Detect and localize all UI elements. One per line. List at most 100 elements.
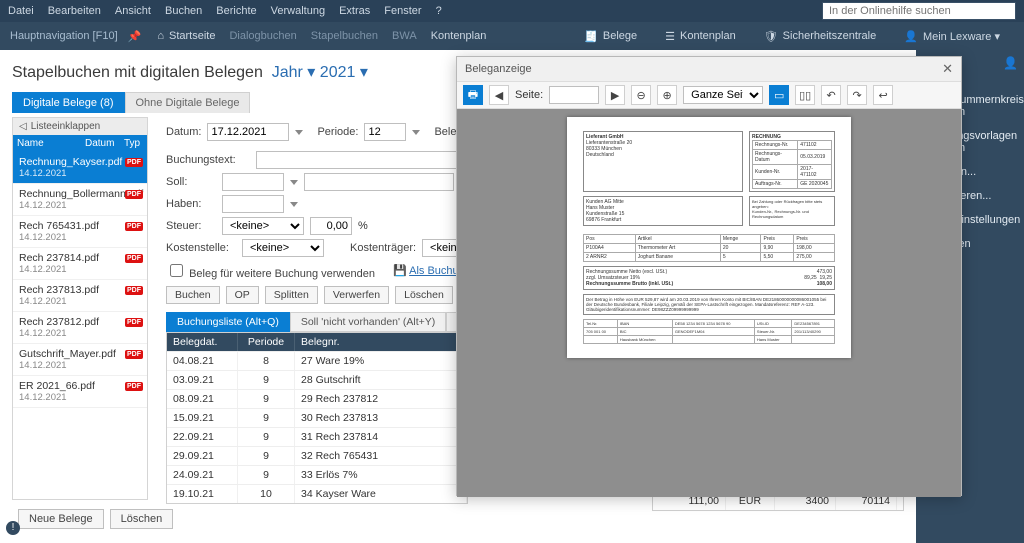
gh-periode[interactable]: Periode: [238, 333, 295, 351]
document-page: Lieferant GmbH Lieferantenstraße 20 8033…: [567, 117, 851, 358]
btn-verwerfen[interactable]: Verwerfen: [324, 286, 389, 304]
table-row[interactable]: 03.09.21928 Gutschrift: [167, 370, 467, 389]
menu-ansicht[interactable]: Ansicht: [115, 5, 151, 17]
tool-twopage-icon[interactable]: ▯▯: [795, 85, 815, 105]
select-zoom[interactable]: Ganze Seite: [683, 86, 763, 104]
info-icon[interactable]: !: [6, 521, 20, 535]
col-typ[interactable]: Typ: [121, 138, 143, 149]
btn-neue-belege[interactable]: Neue Belege: [18, 509, 104, 529]
gh-belegnr[interactable]: Belegnr.: [295, 333, 467, 351]
nav-bwa[interactable]: BWA: [392, 30, 417, 42]
table-row[interactable]: 29.09.21932 Rech 765431: [167, 446, 467, 465]
file-row[interactable]: Rech 237812.pdf14.12.2021PDF: [13, 312, 147, 344]
lbl-seite: Seite:: [515, 89, 543, 101]
table-row[interactable]: 04.08.21827 Ware 19%: [167, 351, 467, 370]
input-page[interactable]: [549, 86, 599, 104]
file-list-panel: ◁Listeeinklappen Name Datum Typ Rechnung…: [12, 117, 148, 500]
tb-belege[interactable]: 🧾 Belege: [584, 30, 637, 43]
tab-soll-nv[interactable]: Soll 'nicht vorhanden' (Alt+Y): [290, 312, 446, 332]
tool-print-icon[interactable]: 🖶: [463, 85, 483, 105]
beleg-preview-window: Beleganzeige ✕ 🖶 ◀ Seite: ▶ ⊖ ⊕ Ganze Se…: [456, 56, 962, 496]
pdf-icon: PDF: [125, 158, 143, 167]
file-row[interactable]: Gutschrift_Mayer.pdf14.12.2021PDF: [13, 344, 147, 376]
nav-kontenplan[interactable]: Kontenplan: [431, 30, 487, 42]
file-row[interactable]: Rech 765431.pdf14.12.2021PDF: [13, 216, 147, 248]
soll-dropdown-icon[interactable]: [290, 180, 298, 185]
year-dropdown[interactable]: Jahr ▾ 2021 ▾: [272, 64, 368, 81]
input-haben[interactable]: [222, 195, 284, 213]
tb-sicherheit[interactable]: 🛡 Sicherheitszentrale: [764, 30, 877, 43]
input-periode[interactable]: [364, 123, 406, 141]
gh-belegdat[interactable]: Belegdat.: [167, 333, 238, 351]
lbl-soll: Soll:: [166, 176, 216, 188]
table-row[interactable]: 24.09.21933 Erlös 7%: [167, 465, 467, 484]
menu-datei[interactable]: Datei: [8, 5, 34, 17]
lbl-steuer: Steuer:: [166, 220, 216, 232]
input-soll[interactable]: [222, 173, 284, 191]
file-row[interactable]: Rechnung_Kayser.pdf14.12.2021PDF: [13, 152, 147, 184]
nav-startseite[interactable]: ⌂ Startseite: [157, 30, 215, 42]
col-datum[interactable]: Datum: [85, 138, 121, 149]
table-row[interactable]: 19.10.211034 Kayser Ware: [167, 484, 467, 503]
tool-rotate-r-icon[interactable]: ↷: [847, 85, 867, 105]
select-kostenstelle[interactable]: <keine>: [242, 239, 324, 257]
menu-verwaltung[interactable]: Verwaltung: [271, 5, 325, 17]
nav-dialogbuchen[interactable]: Dialogbuchen: [229, 30, 296, 42]
table-row[interactable]: 08.09.21929 Rech 237812: [167, 389, 467, 408]
tab-buchungsliste[interactable]: Buchungsliste (Alt+Q): [166, 312, 290, 332]
tool-zoom-out-icon[interactable]: ⊖: [631, 85, 651, 105]
input-datum[interactable]: [207, 123, 289, 141]
chk-reuse[interactable]: Beleg für weitere Buchung verwenden: [166, 261, 375, 280]
tool-rotate-l-icon[interactable]: ↶: [821, 85, 841, 105]
tab-digitale-belege[interactable]: Digitale Belege (8): [12, 92, 125, 113]
tool-undo-icon[interactable]: ↩: [873, 85, 893, 105]
menu-help[interactable]: ?: [436, 5, 442, 17]
pdf-icon: PDF: [125, 286, 143, 295]
lbl-kt: Kostenträger:: [350, 242, 416, 254]
nav-stapelbuchen[interactable]: Stapelbuchen: [311, 30, 378, 42]
btn-buchen[interactable]: Buchen: [166, 286, 220, 304]
lbl-periode: Periode:: [317, 126, 358, 138]
collapse-list[interactable]: ◁Listeeinklappen: [13, 118, 147, 135]
preview-close-icon[interactable]: ✕: [942, 61, 953, 77]
table-row[interactable]: 22.09.21931 Rech 237814: [167, 427, 467, 446]
pdf-icon: PDF: [125, 254, 143, 263]
tool-prev-icon[interactable]: ◀: [489, 85, 509, 105]
sidebar-user-icon[interactable]: 👤: [1003, 56, 1018, 70]
tab-ohne-digitale[interactable]: Ohne Digitale Belege: [125, 92, 251, 113]
menu-bearbeiten[interactable]: Bearbeiten: [48, 5, 101, 17]
tb-kontenplan[interactable]: ☰ Kontenplan: [665, 30, 736, 43]
table-row[interactable]: 15.09.21930 Rech 237813: [167, 408, 467, 427]
tb-mein-lexware[interactable]: 👤 Mein Lexware ▾: [904, 30, 1000, 43]
file-row[interactable]: Rechnung_Bollermann.pdf14.12.2021PDF: [13, 184, 147, 216]
menu-berichte[interactable]: Berichte: [216, 5, 256, 17]
file-row[interactable]: Rech 237813.pdf14.12.2021PDF: [13, 280, 147, 312]
col-name[interactable]: Name: [17, 138, 85, 149]
file-row[interactable]: Rech 237814.pdf14.12.2021PDF: [13, 248, 147, 280]
menu-fenster[interactable]: Fenster: [384, 5, 421, 17]
file-row[interactable]: ER 2021_66.pdf14.12.2021PDF: [13, 376, 147, 408]
btn-delete-beleg[interactable]: Löschen: [110, 509, 174, 529]
menu-buchen[interactable]: Buchen: [165, 5, 202, 17]
datum-dropdown-icon[interactable]: [295, 130, 303, 135]
tool-next-icon[interactable]: ▶: [605, 85, 625, 105]
hauptnavigation-label[interactable]: Hauptnavigation [F10]: [10, 30, 118, 42]
input-steuer-pc[interactable]: [310, 217, 352, 235]
haben-dropdown-icon[interactable]: [290, 202, 298, 207]
main-menu-bar: Datei Bearbeiten Ansicht Buchen Berichte…: [0, 0, 1024, 22]
menu-extras[interactable]: Extras: [339, 5, 370, 17]
btn-op[interactable]: OP: [226, 286, 259, 304]
btn-splitten[interactable]: Splitten: [265, 286, 318, 304]
lbl-ks: Kostenstelle:: [166, 242, 236, 254]
help-search-input[interactable]: [822, 2, 1016, 20]
tool-zoom-in-icon[interactable]: ⊕: [657, 85, 677, 105]
pdf-icon: PDF: [125, 318, 143, 327]
pdf-icon: PDF: [125, 222, 143, 231]
input-soll-text[interactable]: [304, 173, 454, 191]
tool-fit-icon[interactable]: ▭: [769, 85, 789, 105]
btn-loeschen[interactable]: Löschen: [395, 286, 453, 304]
periode-dropdown-icon[interactable]: [412, 130, 420, 135]
pin-icon[interactable]: 📌: [128, 30, 142, 43]
select-steuer[interactable]: <keine>: [222, 217, 304, 235]
pdf-icon: PDF: [125, 190, 143, 199]
